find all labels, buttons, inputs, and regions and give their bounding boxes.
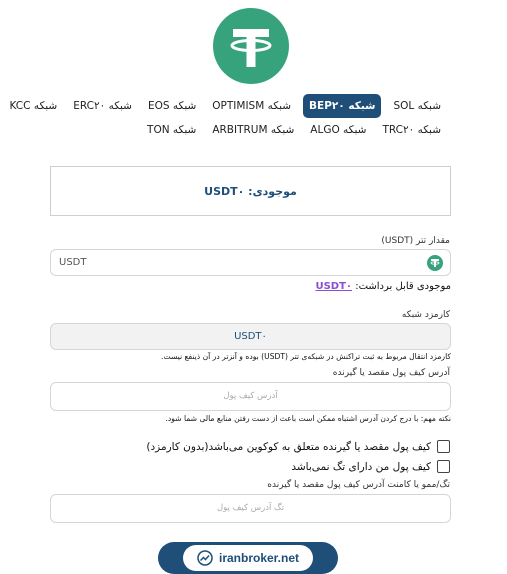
address-input[interactable]: آدرس کیف پول	[50, 382, 451, 411]
brand-pill: iranbroker.net	[183, 545, 313, 571]
fee-label: کارمزد شبکه	[401, 310, 450, 320]
kucoin-wallet-label: کیف پول مقصد یا گیرنده متعلق به کوکوین م…	[146, 440, 431, 453]
network-tab[interactable]: شبکه KCC	[6, 97, 62, 115]
balance-text: موجودی: USDT۰	[204, 184, 297, 198]
kucoin-wallet-checkbox[interactable]	[437, 440, 450, 453]
address-placeholder: آدرس کیف پول	[223, 391, 278, 401]
network-tab[interactable]: شبکه ERC۲۰	[69, 97, 136, 115]
network-tabs-row-1: شبکه SOL شبکه BEP۲۰ شبکه OPTIMISM شبکه EOS ش…	[6, 94, 446, 118]
network-tab[interactable]: شبکه ARBITRUM	[208, 121, 298, 139]
withdrawable-amount-link[interactable]: USDT۰	[315, 281, 352, 292]
address-warning-note: نکته مهم: با درج کردن آدرس اشتباه ممکن ا…	[165, 414, 451, 423]
balance-box: موجودی: USDT۰	[50, 166, 451, 216]
memo-label: تگ/ممو یا کامنت آدرس کیف پول مقصد یا گیر…	[267, 480, 450, 490]
tether-logo-icon	[213, 8, 289, 84]
memo-placeholder: تگ آدرس کیف پول	[216, 503, 285, 513]
memo-input[interactable]: تگ آدرس کیف پول	[50, 494, 451, 523]
no-tag-option[interactable]: کیف پول من دارای تگ نمی‌باشد	[291, 460, 450, 473]
amount-label: مقدار تتر (USDT)	[381, 236, 450, 246]
iranbroker-brand-button[interactable]: iranbroker.net	[158, 542, 338, 574]
no-tag-label: کیف پول من دارای تگ نمی‌باشد	[291, 460, 431, 473]
usdt-coin-icon	[427, 255, 443, 271]
withdrawable-label: موجودی قابل برداشت:	[355, 281, 451, 292]
network-tab[interactable]: شبکه TRC۲۰	[378, 121, 445, 139]
network-tab[interactable]: شبکه EOS	[144, 97, 200, 115]
trend-chart-icon	[197, 550, 213, 566]
withdrawable-balance: موجودی قابل برداشت: USDT۰	[315, 281, 451, 292]
network-tabs-row-2: شبکه TRC۲۰ شبکه ALGO شبکه ARBITRUM شبکه TON	[143, 121, 445, 139]
kucoin-wallet-option[interactable]: کیف پول مقصد یا گیرنده متعلق به کوکوین م…	[146, 440, 450, 453]
network-tab[interactable]: شبکه OPTIMISM	[208, 97, 295, 115]
network-tab[interactable]: شبکه ALGO	[306, 121, 370, 139]
amount-input[interactable]: USDT	[50, 249, 451, 276]
fee-value: USDT۰	[234, 331, 267, 342]
network-tab[interactable]: شبکه BEP۲۰	[303, 94, 382, 118]
fee-field: USDT۰	[50, 323, 451, 350]
amount-unit: USDT	[59, 257, 87, 268]
address-label: آدرس کیف پول مقصد یا گیرنده	[332, 368, 450, 378]
fee-note: کارمزد انتقال مربوط به ثبت تراکنش در شبک…	[161, 352, 451, 361]
network-tab[interactable]: شبکه SOL	[389, 97, 445, 115]
no-tag-checkbox[interactable]	[437, 460, 450, 473]
brand-text: iranbroker.net	[218, 551, 300, 565]
network-tab[interactable]: شبکه TON	[143, 121, 200, 139]
